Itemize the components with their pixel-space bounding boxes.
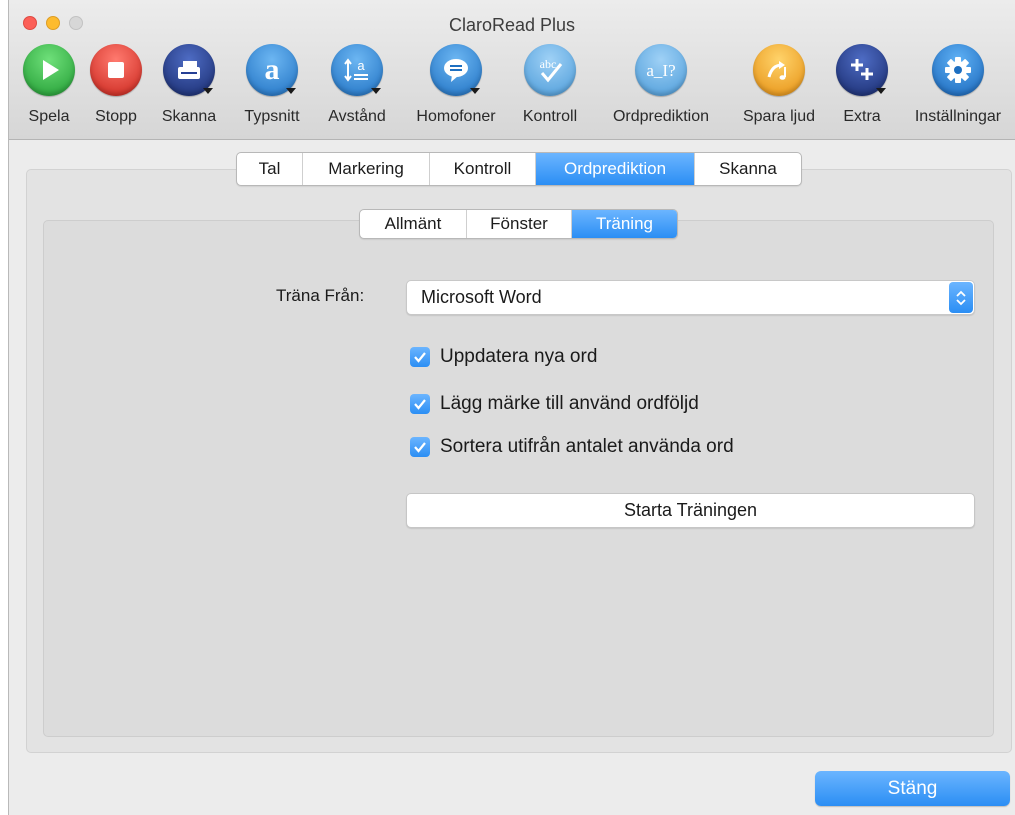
toolbar-extra-button[interactable]: Extra	[835, 44, 889, 125]
tab-kontroll[interactable]: Kontroll	[429, 153, 535, 185]
dropdown-arrow-icon	[203, 88, 213, 94]
word-prediction-icon: a_I?	[635, 44, 687, 96]
dropdown-arrow-icon	[470, 88, 480, 94]
toolbar-font-button[interactable]: a Typsnitt	[244, 44, 300, 125]
tab-skanna[interactable]: Skanna	[694, 153, 801, 185]
svg-text:abc: abc	[540, 57, 557, 71]
tab-markering[interactable]: Markering	[302, 153, 429, 185]
window-title: ClaroRead Plus	[448, 15, 576, 35]
option-label: Lägg märke till använd ordföljd	[440, 393, 699, 414]
toolbar-word-prediction-button[interactable]: a_I? Ordprediktion	[613, 44, 709, 125]
toolbar-label: Avstånd	[328, 108, 386, 125]
train-from-value: Microsoft Word	[421, 287, 542, 307]
toolbar-label: Skanna	[161, 108, 217, 125]
svg-text:a: a	[357, 58, 365, 73]
toolbar-label: Homofoner	[416, 108, 496, 125]
option-note-word-order[interactable]: Lägg märke till använd ordföljd	[410, 393, 699, 415]
train-from-select[interactable]: Microsoft Word	[406, 280, 975, 315]
checkbox-checked-icon[interactable]	[410, 347, 430, 367]
scanner-icon	[163, 44, 215, 96]
line-spacing-icon: a	[331, 44, 383, 96]
tab-tal[interactable]: Tal	[237, 153, 302, 185]
toolbar-spellcheck-button[interactable]: abc Kontroll	[523, 44, 577, 125]
subtab-allmant[interactable]: Allmänt	[360, 210, 466, 238]
toolbar-play-button[interactable]: Spela	[22, 44, 76, 125]
subtab-fonster[interactable]: Fönster	[466, 210, 571, 238]
toolbar-label: Spara ljud	[742, 108, 816, 125]
toolbar-label: Extra	[843, 108, 881, 125]
option-label: Uppdatera nya ord	[440, 346, 598, 367]
main-tab-bar: Tal Markering Kontroll Ordprediktion Ska…	[236, 152, 802, 186]
checkbox-checked-icon[interactable]	[410, 437, 430, 457]
extra-plus-icon	[836, 44, 888, 96]
dropdown-arrow-icon	[371, 88, 381, 94]
title-bar: ClaroRead Plus Spela Stopp Skanna a Typs…	[9, 0, 1015, 140]
option-label: Sortera utifrån antalet använda ord	[440, 436, 734, 457]
toolbar-label: Ordprediktion	[612, 108, 710, 125]
save-audio-icon	[753, 44, 805, 96]
train-from-label: Träna Från:	[276, 286, 365, 305]
toolbar-save-audio-button[interactable]: Spara ljud	[743, 44, 815, 125]
option-sort-by-usage[interactable]: Sortera utifrån antalet använda ord	[410, 436, 734, 458]
svg-text:a_I?: a_I?	[646, 61, 675, 80]
stop-icon	[90, 44, 142, 96]
preferences-window: ClaroRead Plus Spela Stopp Skanna a Typs…	[8, 0, 1015, 815]
toolbar-stop-button[interactable]: Stopp	[89, 44, 143, 125]
dropdown-arrow-icon	[876, 88, 886, 94]
toolbar-label: Inställningar	[914, 108, 1002, 125]
toolbar-label: Kontroll	[522, 108, 578, 125]
font-a-icon: a	[246, 44, 298, 96]
play-icon	[23, 44, 75, 96]
speech-bubble-icon	[430, 44, 482, 96]
gear-icon	[932, 44, 984, 96]
toolbar: Spela Stopp Skanna a Typsnitt a Avstånd …	[9, 44, 1015, 134]
toolbar-label: Spela	[28, 108, 70, 125]
select-chevrons-icon	[949, 282, 973, 313]
subtab-traning[interactable]: Träning	[571, 210, 677, 238]
dropdown-arrow-icon	[286, 88, 296, 94]
toolbar-settings-button[interactable]: Inställningar	[915, 44, 1001, 125]
checkbox-checked-icon[interactable]	[410, 394, 430, 414]
toolbar-scan-button[interactable]: Skanna	[162, 44, 216, 125]
start-training-button[interactable]: Starta Träningen	[406, 493, 975, 528]
toolbar-homophones-button[interactable]: Homofoner	[416, 44, 496, 125]
option-update-new-words[interactable]: Uppdatera nya ord	[410, 346, 597, 368]
svg-text:a: a	[265, 55, 280, 85]
toolbar-label: Stopp	[95, 108, 137, 125]
toolbar-label: Typsnitt	[244, 108, 300, 125]
close-button[interactable]: Stäng	[815, 771, 1010, 806]
tab-ordprediktion[interactable]: Ordprediktion	[535, 153, 694, 185]
spellcheck-icon: abc	[524, 44, 576, 96]
sub-tab-bar: Allmänt Fönster Träning	[359, 209, 678, 239]
toolbar-spacing-button[interactable]: a Avstånd	[328, 44, 386, 125]
